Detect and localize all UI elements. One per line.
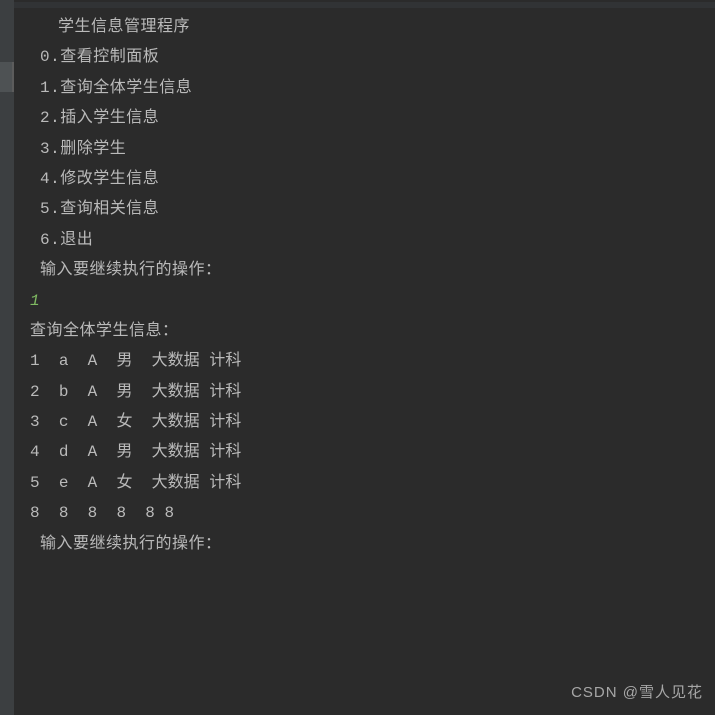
prompt-text: 输入要继续执行的操作： <box>30 529 715 559</box>
sidebar-tab[interactable] <box>0 62 14 92</box>
table-row: 5 e A 女 大数据 计科 <box>30 468 715 498</box>
menu-item: 1.查询全体学生信息 <box>30 73 715 103</box>
query-header: 查询全体学生信息： <box>30 316 715 346</box>
table-row: 3 c A 女 大数据 计科 <box>30 407 715 437</box>
user-input[interactable]: 1 <box>30 286 715 316</box>
ide-sidebar <box>0 0 14 715</box>
top-divider <box>0 2 715 8</box>
table-row: 1 a A 男 大数据 计科 <box>30 346 715 376</box>
table-row: 4 d A 男 大数据 计科 <box>30 437 715 467</box>
table-row: 8 8 8 8 8 8 <box>30 498 715 528</box>
table-row: 2 b A 男 大数据 计科 <box>30 377 715 407</box>
menu-item: 3.删除学生 <box>30 134 715 164</box>
console-output: 学生信息管理程序 0.查看控制面板 1.查询全体学生信息 2.插入学生信息 3.… <box>30 0 715 559</box>
watermark: CSDN @雪人见花 <box>571 679 703 708</box>
program-title: 学生信息管理程序 <box>30 12 715 42</box>
prompt-text: 输入要继续执行的操作： <box>30 255 715 285</box>
menu-item: 0.查看控制面板 <box>30 42 715 72</box>
menu-item: 5.查询相关信息 <box>30 194 715 224</box>
menu-item: 2.插入学生信息 <box>30 103 715 133</box>
menu-item: 6.退出 <box>30 225 715 255</box>
menu-item: 4.修改学生信息 <box>30 164 715 194</box>
